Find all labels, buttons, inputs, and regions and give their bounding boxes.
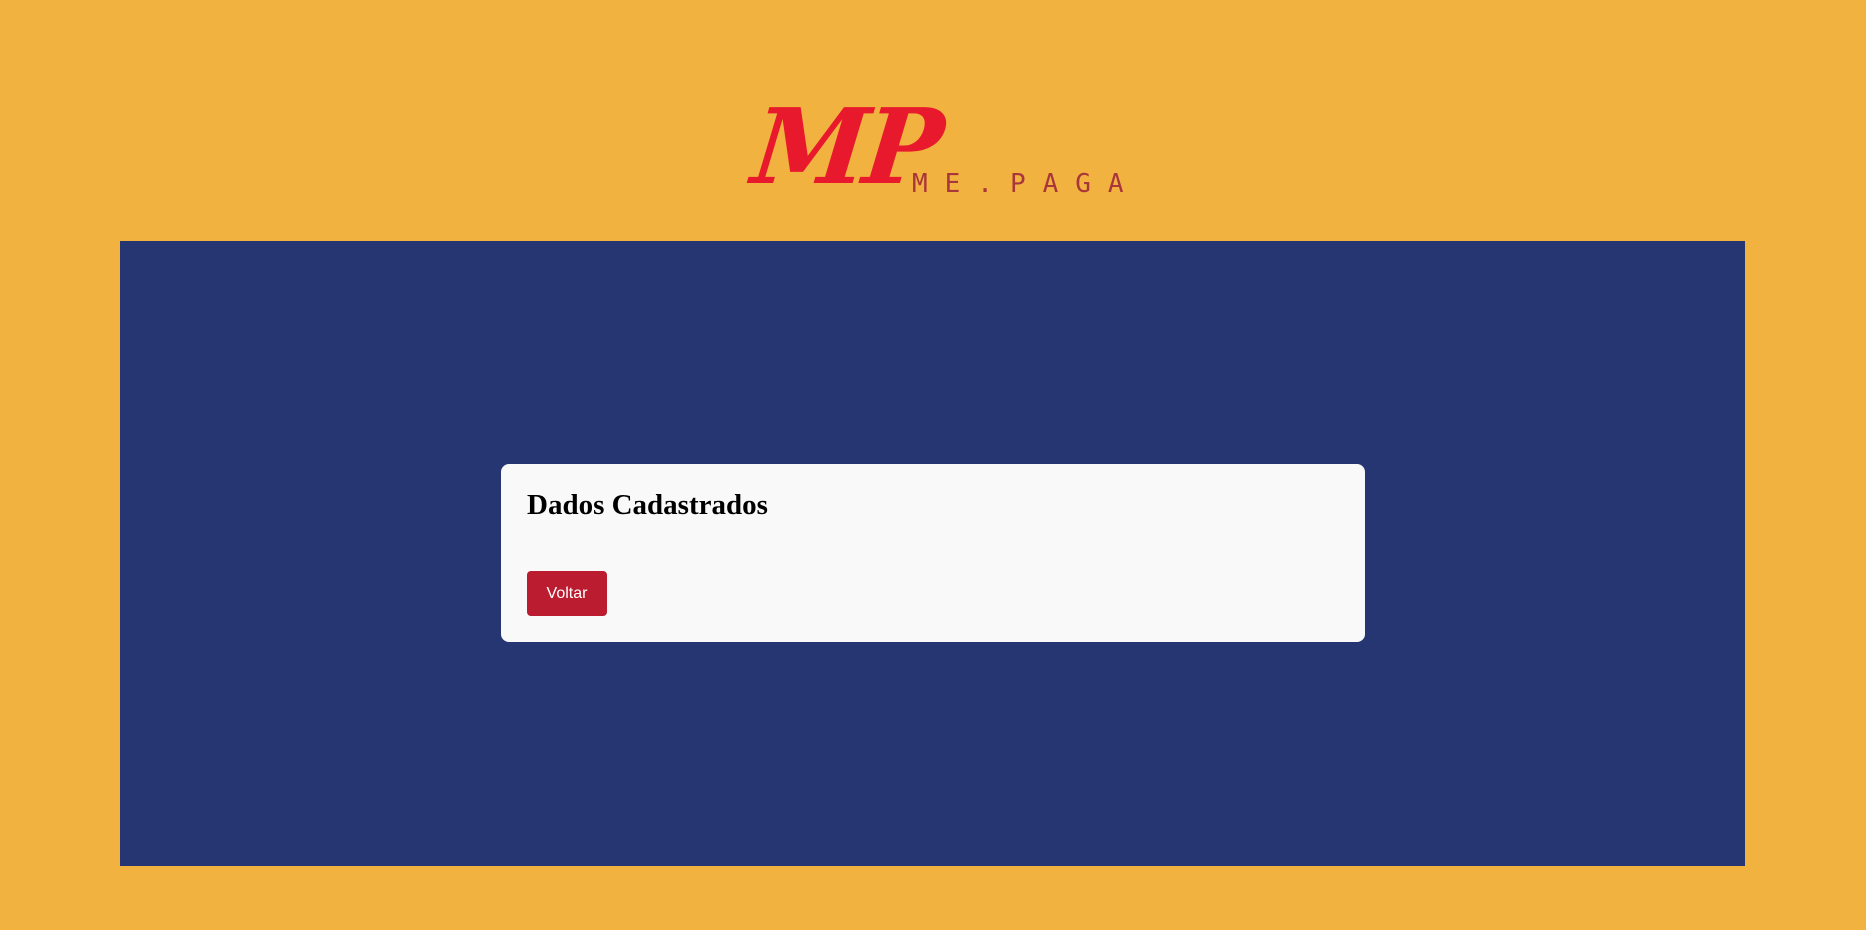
back-button[interactable]: Voltar <box>527 571 607 616</box>
logo-tagline: ME.PAGA <box>912 169 1141 199</box>
main-content-panel: Dados Cadastrados Voltar <box>120 241 1745 866</box>
card-title: Dados Cadastrados <box>527 489 768 521</box>
registered-data-card: Dados Cadastrados Voltar <box>501 464 1365 642</box>
me-paga-logo: MP ME.PAGA <box>747 85 1148 208</box>
